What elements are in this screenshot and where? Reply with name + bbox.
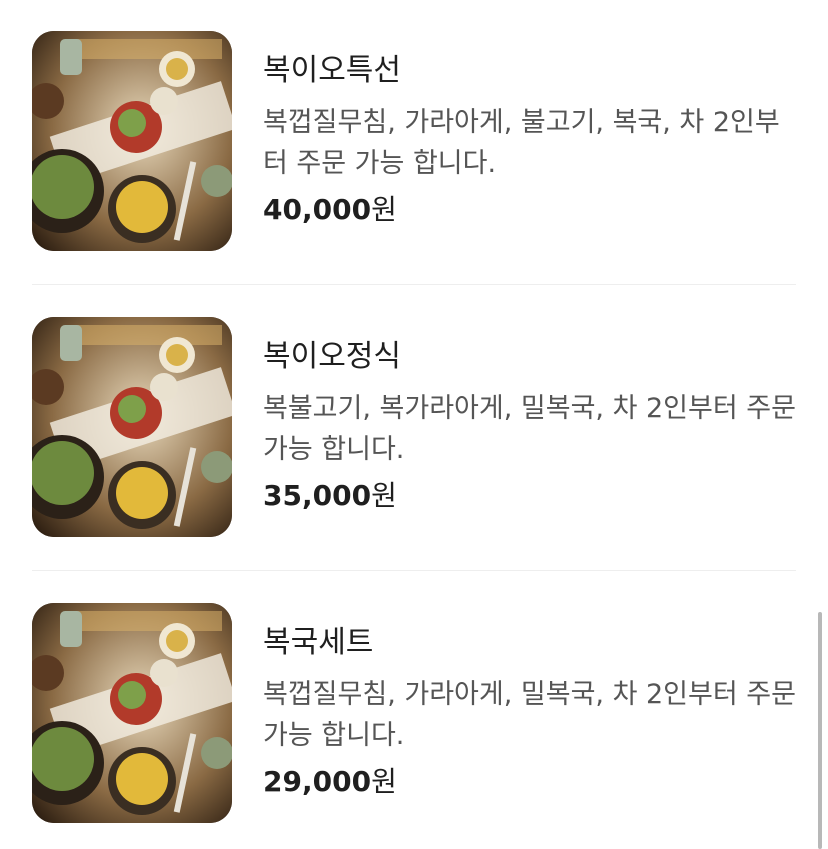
price-amount: 40,000 xyxy=(263,193,372,226)
menu-item-price: 35,000원 xyxy=(263,476,397,516)
menu-item-photo xyxy=(32,31,232,251)
price-amount: 35,000 xyxy=(263,479,372,512)
menu-item-name: 복이오정식 xyxy=(263,339,401,374)
divider xyxy=(32,284,796,285)
menu-item[interactable]: 복이오정식 복불고기, 복가라아게, 밀복국, 차 2인부터 주문 가능 합니다… xyxy=(32,317,796,537)
menu-item-name: 복국세트 xyxy=(263,625,374,660)
price-currency: 원 xyxy=(371,479,397,512)
menu-item-description: 복껍질무침, 가라아게, 불고기, 복국, 차 2인부터 주문 가능 합니다. xyxy=(263,107,780,179)
menu-item-photo xyxy=(32,317,232,537)
menu-item-description: 복불고기, 복가라아게, 밀복국, 차 2인부터 주문 가능 합니다. xyxy=(263,393,796,465)
menu-item[interactable]: 복이오특선 복껍질무침, 가라아게, 불고기, 복국, 차 2인부터 주문 가능… xyxy=(32,31,796,251)
scrollbar[interactable] xyxy=(818,612,822,849)
divider xyxy=(32,570,796,571)
menu-item-photo xyxy=(32,603,232,823)
price-currency: 원 xyxy=(371,193,397,226)
menu-item[interactable]: 복국세트 복껍질무침, 가라아게, 밀복국, 차 2인부터 주문 가능 합니다.… xyxy=(32,603,796,823)
menu-item-price: 40,000원 xyxy=(263,190,397,230)
menu-item-description: 복껍질무침, 가라아게, 밀복국, 차 2인부터 주문 가능 합니다. xyxy=(263,679,796,751)
menu-item-name: 복이오특선 xyxy=(263,53,401,88)
price-currency: 원 xyxy=(371,765,397,798)
price-amount: 29,000 xyxy=(263,765,372,798)
menu-item-price: 29,000원 xyxy=(263,762,397,802)
